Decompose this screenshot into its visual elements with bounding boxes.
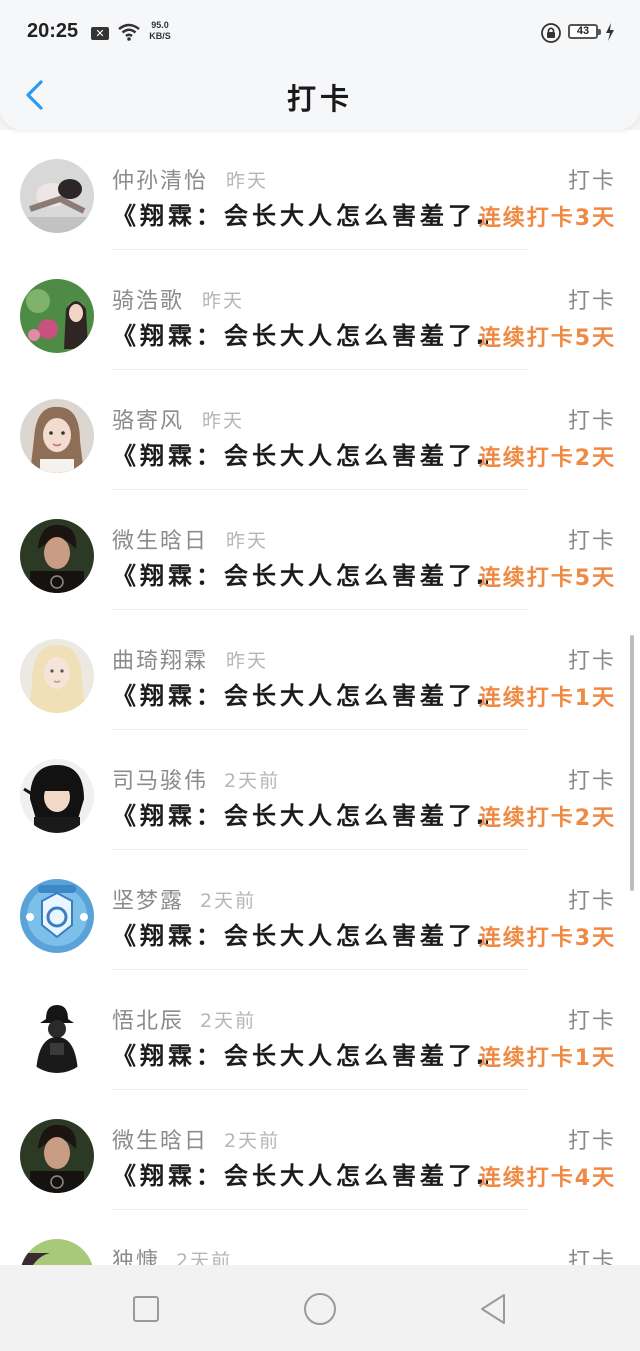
checkin-list[interactable]: 仲孙清怡 昨天 打卡 《翔霖：会长大人怎么害羞了… 连续打卡3天 骑浩歌 昨天 … xyxy=(0,130,640,1265)
list-item[interactable]: 骆寄风 昨天 打卡 《翔霖：会长大人怎么害羞了… 连续打卡2天 xyxy=(0,370,640,490)
checkin-tag: 打卡 xyxy=(567,1009,616,1034)
book-title[interactable]: 《翔霖：会长大人怎么害羞了… xyxy=(112,1036,488,1071)
user-name: 独慷 xyxy=(112,1249,161,1265)
streak-label: 连续打卡2天 xyxy=(478,806,616,831)
wifi-icon xyxy=(118,23,140,41)
avatar[interactable] xyxy=(20,519,94,593)
book-title[interactable]: 《翔霖：会长大人怎么害羞了… xyxy=(112,1156,488,1191)
checkin-tag: 打卡 xyxy=(567,169,616,194)
list-item[interactable]: 坚梦露 2天前 打卡 《翔霖：会长大人怎么害羞了… 连续打卡3天 xyxy=(0,850,640,970)
user-name: 曲琦翔霖 xyxy=(112,649,209,674)
user-name: 仲孙清怡 xyxy=(112,169,209,194)
streak-label: 连续打卡4天 xyxy=(478,1166,616,1191)
book-title[interactable]: 《翔霖：会长大人怎么害羞了… xyxy=(112,916,488,951)
triangle-back-icon[interactable] xyxy=(474,1289,514,1329)
circle-icon[interactable] xyxy=(300,1289,340,1329)
avatar[interactable] xyxy=(20,759,94,833)
avatar[interactable] xyxy=(20,1239,94,1265)
avatar[interactable] xyxy=(20,1119,94,1193)
rotation-lock-icon xyxy=(541,23,561,43)
user-name: 微生晗日 xyxy=(112,529,209,554)
square-icon[interactable] xyxy=(126,1289,166,1329)
avatar[interactable] xyxy=(20,279,94,353)
clock: 20:25 xyxy=(27,20,79,42)
close-box-icon: ✕ xyxy=(91,27,109,40)
user-name: 司马骏伟 xyxy=(112,769,209,794)
book-title[interactable]: 《翔霖：会长大人怎么害羞了… xyxy=(112,316,488,351)
book-title[interactable]: 《翔霖：会长大人怎么害羞了… xyxy=(112,796,488,831)
speed-unit: KB/S xyxy=(149,31,171,41)
list-item[interactable]: 悟北辰 2天前 打卡 《翔霖：会长大人怎么害羞了… 连续打卡1天 xyxy=(0,970,640,1090)
user-name: 悟北辰 xyxy=(112,1009,185,1034)
battery-indicator: 43 xyxy=(568,24,601,39)
checkin-tag: 打卡 xyxy=(567,529,616,554)
streak-label: 连续打卡5天 xyxy=(478,566,616,591)
checkin-time: 2天前 xyxy=(224,770,281,792)
checkin-tag: 打卡 xyxy=(567,1129,616,1154)
speed-value: 95.0 xyxy=(151,20,169,30)
checkin-time: 昨天 xyxy=(202,290,245,312)
avatar[interactable] xyxy=(20,399,94,473)
user-name: 微生晗日 xyxy=(112,1129,209,1154)
network-speed: 95.0 KB/S xyxy=(145,20,175,42)
avatar[interactable] xyxy=(20,999,94,1073)
checkin-tag: 打卡 xyxy=(567,1249,616,1265)
header-bar: 打卡 xyxy=(0,60,640,130)
checkin-time: 昨天 xyxy=(226,170,269,192)
user-name: 坚梦露 xyxy=(112,889,185,914)
streak-label: 连续打卡1天 xyxy=(478,1046,616,1071)
streak-label: 连续打卡2天 xyxy=(478,446,616,471)
book-title[interactable]: 《翔霖：会长大人怎么害羞了… xyxy=(112,196,488,231)
checkin-tag: 打卡 xyxy=(567,409,616,434)
user-name: 骆寄风 xyxy=(112,409,185,434)
status-bar: 20:25 ✕ 95.0 KB/S 43 xyxy=(0,0,640,60)
checkin-time: 昨天 xyxy=(202,410,245,432)
checkin-time: 2天前 xyxy=(200,1010,257,1032)
page-title: 打卡 xyxy=(286,82,353,116)
streak-label: 连续打卡5天 xyxy=(478,326,616,351)
streak-label: 连续打卡3天 xyxy=(478,206,616,231)
avatar[interactable] xyxy=(20,639,94,713)
list-item[interactable]: 仲孙清怡 昨天 打卡 《翔霖：会长大人怎么害羞了… 连续打卡3天 xyxy=(0,130,640,250)
checkin-tag: 打卡 xyxy=(567,769,616,794)
book-title[interactable]: 《翔霖：会长大人怎么害羞了… xyxy=(112,436,488,471)
streak-label: 连续打卡1天 xyxy=(478,686,616,711)
bolt-icon xyxy=(606,23,614,41)
checkin-time: 昨天 xyxy=(226,650,269,672)
list-item[interactable]: 骑浩歌 昨天 打卡 《翔霖：会长大人怎么害羞了… 连续打卡5天 xyxy=(0,250,640,370)
list-item[interactable]: 曲琦翔霖 昨天 打卡 《翔霖：会长大人怎么害羞了… 连续打卡1天 xyxy=(0,610,640,730)
book-title[interactable]: 《翔霖：会长大人怎么害羞了… xyxy=(112,676,488,711)
system-nav-bar xyxy=(0,1265,640,1351)
list-item[interactable]: 司马骏伟 2天前 打卡 《翔霖：会长大人怎么害羞了… 连续打卡2天 xyxy=(0,730,640,850)
scrollbar[interactable] xyxy=(630,635,634,891)
checkin-time: 2天前 xyxy=(224,1130,281,1152)
checkin-tag: 打卡 xyxy=(567,889,616,914)
checkin-time: 昨天 xyxy=(226,530,269,552)
checkin-time: 2天前 xyxy=(176,1250,233,1265)
list-item[interactable]: 微生晗日 2天前 打卡 《翔霖：会长大人怎么害羞了… 连续打卡4天 xyxy=(0,1090,640,1210)
avatar[interactable] xyxy=(20,879,94,953)
user-name: 骑浩歌 xyxy=(112,289,185,314)
book-title[interactable]: 《翔霖：会长大人怎么害羞了… xyxy=(112,556,488,591)
checkin-tag: 打卡 xyxy=(567,289,616,314)
avatar[interactable] xyxy=(20,159,94,233)
list-item[interactable]: 微生晗日 昨天 打卡 《翔霖：会长大人怎么害羞了… 连续打卡5天 xyxy=(0,490,640,610)
checkin-tag: 打卡 xyxy=(567,649,616,674)
checkin-time: 2天前 xyxy=(200,890,257,912)
streak-label: 连续打卡3天 xyxy=(478,926,616,951)
list-item[interactable]: 独慷 2天前 打卡 xyxy=(0,1210,640,1265)
